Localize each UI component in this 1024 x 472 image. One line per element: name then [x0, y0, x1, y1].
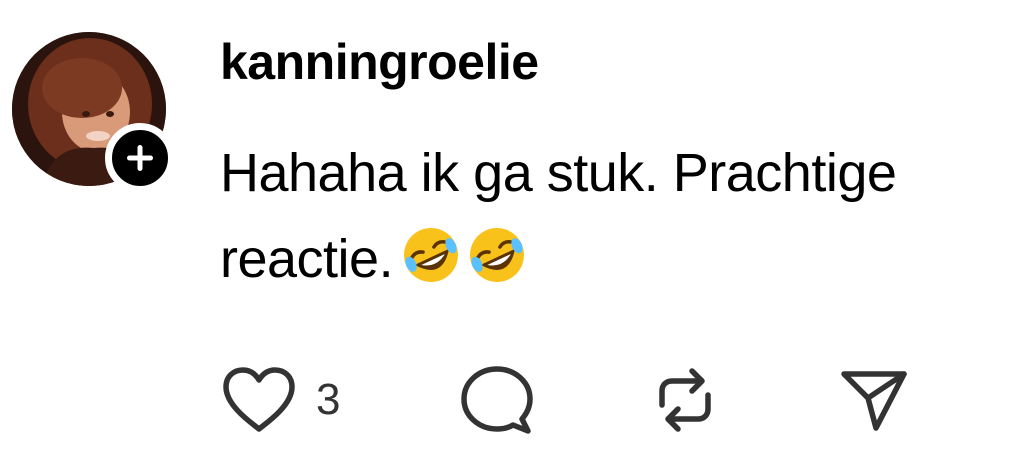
post-text-block: Hahaha ik ga stuk. Prachtige reactie. [220, 130, 1010, 310]
share-button[interactable] [838, 360, 910, 440]
follow-button[interactable] [105, 123, 175, 193]
repost-button[interactable] [648, 360, 722, 440]
comment-button[interactable] [460, 360, 534, 440]
plus-icon [127, 145, 153, 171]
thread-post: kanningroelie Hahaha ik ga stuk. Prachti… [0, 0, 1024, 472]
heart-icon [223, 367, 295, 432]
avatar-container [12, 32, 175, 193]
repost-icon [659, 368, 711, 432]
comment-icon [461, 366, 533, 434]
action-bar: 3 [0, 360, 1024, 440]
rolling-on-floor-laughing-emoji [401, 224, 461, 310]
rolling-on-floor-laughing-emoji [467, 224, 527, 310]
username[interactable]: kanningroelie [220, 30, 539, 94]
like-count: 3 [316, 375, 341, 424]
share-icon [841, 371, 907, 431]
post-text: Hahaha ik ga stuk. Prachtige reactie. [220, 143, 897, 289]
like-button[interactable]: 3 [220, 360, 340, 440]
